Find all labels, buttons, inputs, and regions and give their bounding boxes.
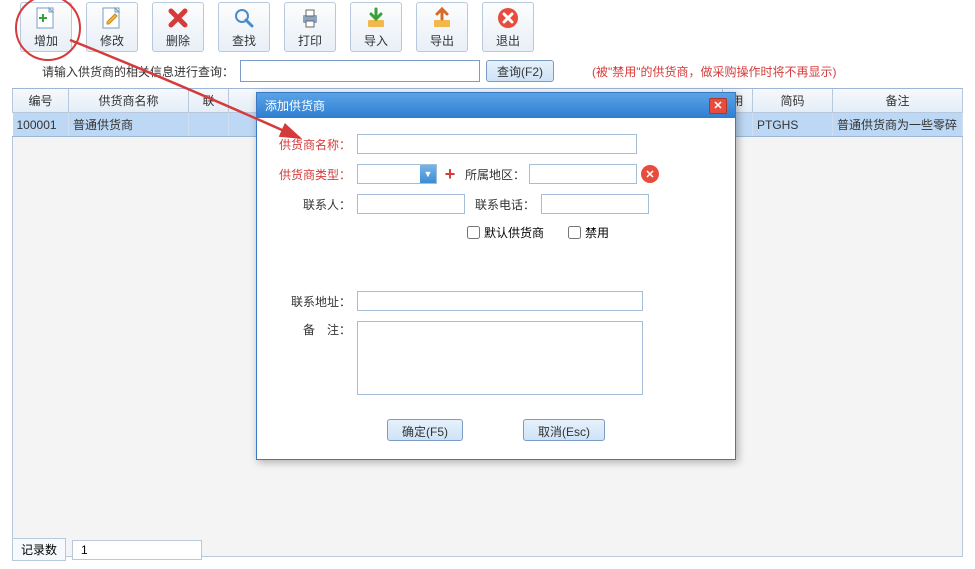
supplier-type-select[interactable]: ▼ [357, 164, 437, 184]
region-input[interactable] [529, 164, 637, 184]
supplier-name-label: 供货商名称： [275, 136, 357, 153]
search-bar: 请输入供货商的相关信息进行查询： 查询(F2) (被"禁用"的供货商，做采购操作… [0, 54, 975, 88]
delete-button[interactable]: 删除 [152, 2, 204, 52]
edit-label: 修改 [100, 32, 124, 49]
phone-input[interactable] [541, 194, 649, 214]
default-supplier-label: 默认供货商 [484, 224, 544, 241]
disabled-checkbox[interactable] [568, 226, 581, 239]
edit-icon [98, 6, 126, 30]
export-button[interactable]: 导出 [416, 2, 468, 52]
col-name[interactable]: 供货商名称 [69, 89, 189, 113]
export-icon [428, 6, 456, 30]
region-label: 所属地区： [463, 166, 529, 183]
edit-button[interactable]: 修改 [86, 2, 138, 52]
contact-label: 联系人： [275, 196, 357, 213]
address-label: 联系地址： [275, 293, 357, 310]
search-label: 查找 [232, 32, 256, 49]
supplier-name-input[interactable] [357, 134, 637, 154]
chevron-down-icon: ▼ [420, 165, 436, 183]
ok-button[interactable]: 确定(F5) [387, 419, 463, 441]
default-supplier-checkbox-wrap[interactable]: 默认供货商 [467, 224, 544, 241]
search-button[interactable]: 查找 [218, 2, 270, 52]
disabled-hint: (被"禁用"的供货商，做采购操作时将不再显示) [592, 63, 837, 80]
cell-pinyin: PTGHS [753, 113, 833, 137]
dialog-titlebar[interactable]: 添加供货商 ✕ [257, 93, 735, 118]
add-icon [32, 6, 60, 30]
print-label: 打印 [298, 32, 322, 49]
record-count-value: 1 [72, 540, 202, 560]
add-button[interactable]: 增加 [20, 2, 72, 52]
col-pinyin[interactable]: 简码 [753, 89, 833, 113]
exit-button[interactable]: 退出 [482, 2, 534, 52]
remark-label: 备 注： [275, 321, 357, 338]
contact-input[interactable] [357, 194, 465, 214]
cell-name: 普通供货商 [69, 113, 189, 137]
import-button[interactable]: 导入 [350, 2, 402, 52]
cell-remark: 普通供货商为一些零碎 [833, 113, 963, 137]
add-label: 增加 [34, 32, 58, 49]
disabled-label: 禁用 [585, 224, 609, 241]
col-contact[interactable]: 联 [189, 89, 229, 113]
print-icon [296, 6, 324, 30]
add-type-icon[interactable]: + [441, 165, 459, 183]
export-label: 导出 [430, 32, 454, 49]
supplier-type-label: 供货商类型： [275, 166, 357, 183]
main-toolbar: 增加 修改 删除 查找 打印 导入 导出 [0, 0, 975, 54]
import-label: 导入 [364, 32, 388, 49]
default-supplier-checkbox[interactable] [467, 226, 480, 239]
exit-icon [494, 6, 522, 30]
address-input[interactable] [357, 291, 643, 311]
search-prompt-label: 请输入供货商的相关信息进行查询： [42, 63, 234, 80]
add-supplier-dialog: 添加供货商 ✕ 供货商名称： 供货商类型： ▼ + 所属地区： ✕ 联系人： 联… [256, 92, 736, 460]
cancel-button[interactable]: 取消(Esc) [523, 419, 605, 441]
col-code[interactable]: 编号 [13, 89, 69, 113]
phone-label: 联系电话： [465, 196, 541, 213]
exit-label: 退出 [496, 32, 520, 49]
cell-code: 100001 [13, 113, 69, 137]
delete-label: 删除 [166, 32, 190, 49]
record-count-label: 记录数 [12, 538, 66, 561]
col-remark[interactable]: 备注 [833, 89, 963, 113]
import-icon [362, 6, 390, 30]
remark-textarea[interactable] [357, 321, 643, 395]
query-button[interactable]: 查询(F2) [486, 60, 554, 82]
print-button[interactable]: 打印 [284, 2, 336, 52]
cell-contact [189, 113, 229, 137]
search-icon [230, 6, 258, 30]
clear-region-icon[interactable]: ✕ [641, 165, 659, 183]
status-bar: 记录数 1 [12, 538, 202, 561]
close-icon[interactable]: ✕ [709, 98, 727, 114]
search-input[interactable] [240, 60, 480, 82]
dialog-title-text: 添加供货商 [265, 97, 325, 114]
disabled-checkbox-wrap[interactable]: 禁用 [568, 224, 609, 241]
delete-icon [164, 6, 192, 30]
